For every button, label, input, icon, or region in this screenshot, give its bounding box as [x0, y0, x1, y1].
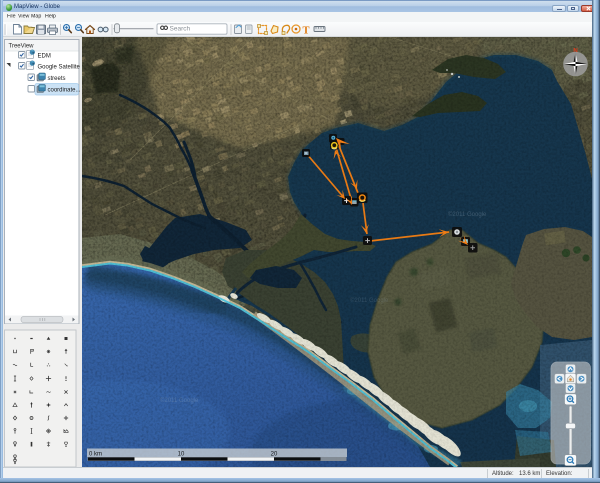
svg-text:20: 20 [271, 451, 278, 457]
svg-text:©2011 Google: ©2011 Google [350, 297, 389, 304]
svg-text:Search: Search [170, 26, 191, 33]
svg-text:coordinate...: coordinate... [48, 88, 81, 94]
svg-text:streets: streets [48, 76, 66, 82]
svg-text:©2011 Google: ©2011 Google [160, 397, 199, 404]
svg-text:Google Satellite: Google Satellite [38, 65, 81, 71]
svg-text:TreeView: TreeView [9, 44, 35, 50]
svg-text:EDM: EDM [38, 54, 51, 60]
svg-text:10: 10 [178, 451, 185, 457]
svg-text:©2011 Google: ©2011 Google [448, 211, 487, 218]
svg-text:T: T [303, 26, 310, 37]
svg-text:0 km: 0 km [89, 451, 102, 457]
